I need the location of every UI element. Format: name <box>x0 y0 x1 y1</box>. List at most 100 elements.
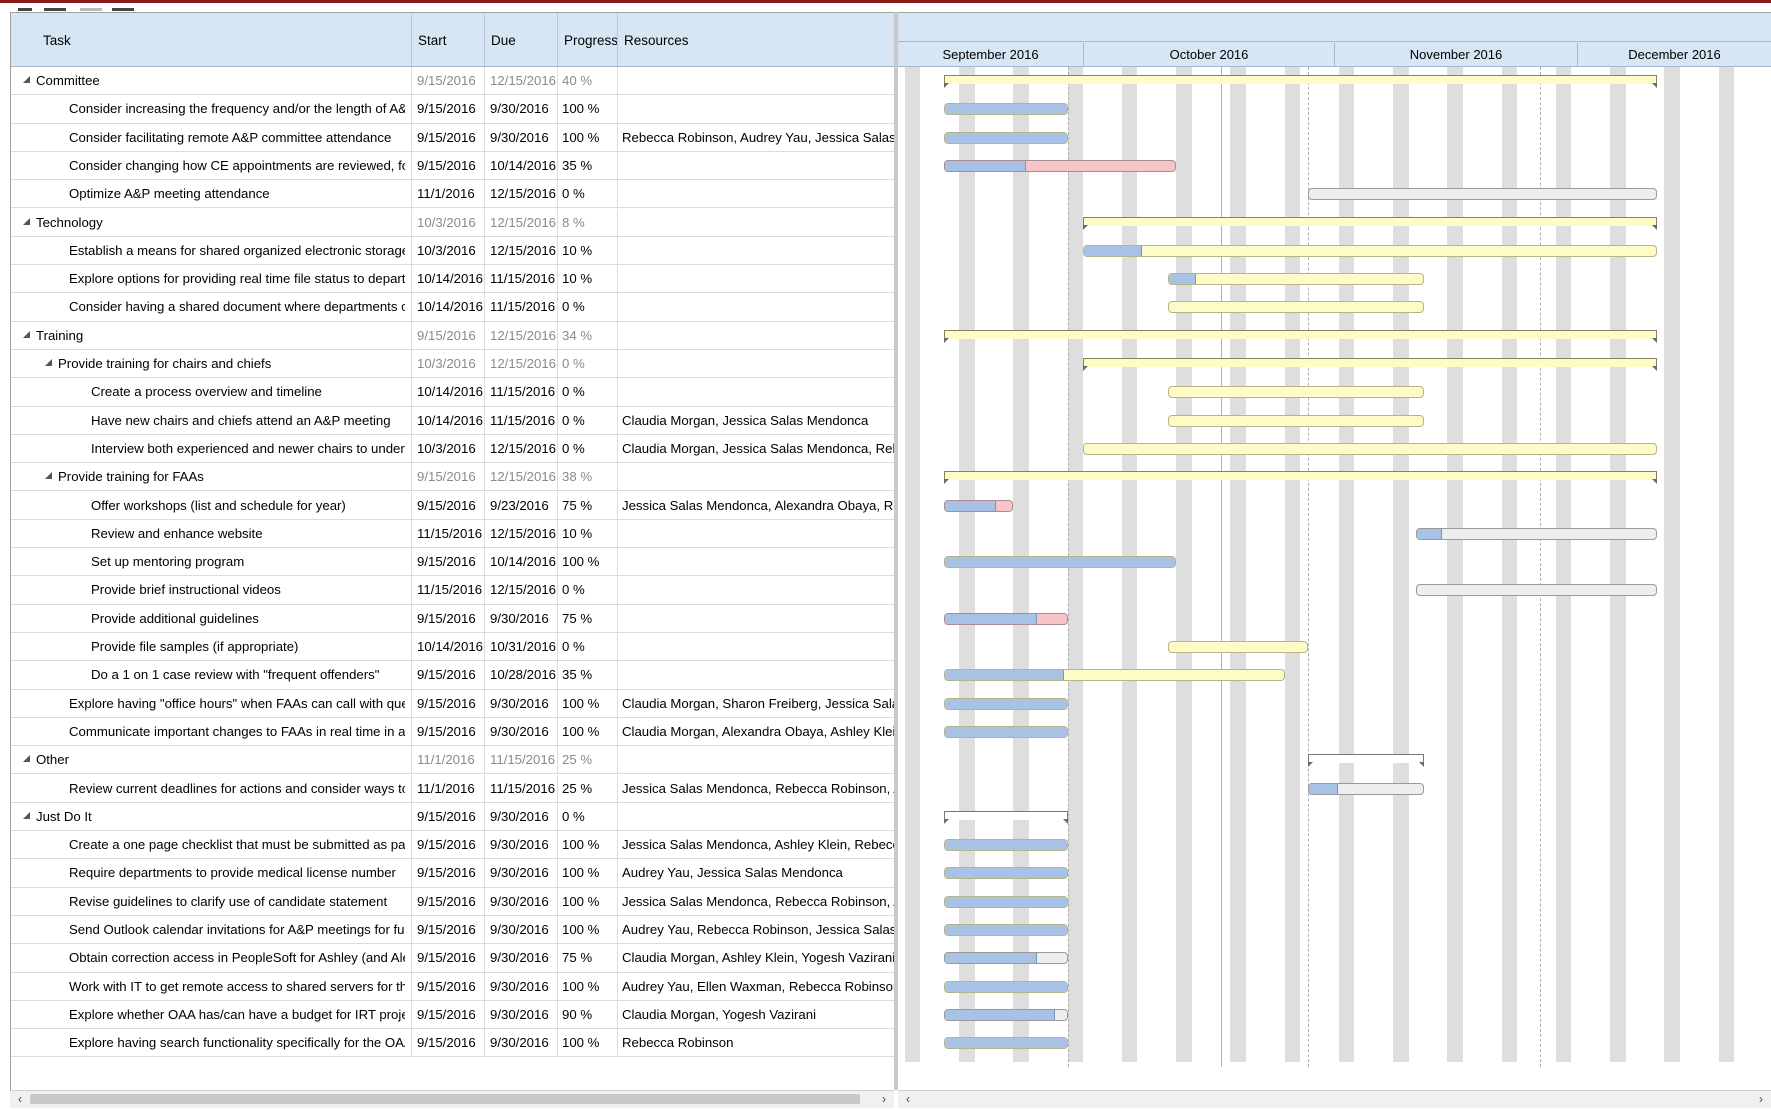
task-bar[interactable] <box>943 131 1068 144</box>
task-row[interactable]: Set up mentoring program 9/15/2016 10/14/2… <box>11 548 895 577</box>
task-cell[interactable]: Provide file samples (if appropriate) <box>11 633 411 661</box>
progress-cell[interactable]: 0 % <box>557 378 617 407</box>
due-cell[interactable]: 9/30/2016 <box>484 604 557 633</box>
task-cell[interactable]: Consider having a shared document where … <box>11 293 411 321</box>
task-bar[interactable] <box>1168 273 1424 286</box>
task-row[interactable]: Work with IT to get remote access to sha… <box>11 972 895 1001</box>
progress-cell[interactable]: 0 % <box>557 293 617 322</box>
start-cell[interactable]: 9/15/2016 <box>411 831 484 860</box>
due-cell[interactable]: 11/15/2016 <box>484 774 557 803</box>
task-cell[interactable]: Have new chairs and chiefs attend an A&P… <box>11 407 411 435</box>
due-cell[interactable]: 11/15/2016 <box>484 378 557 407</box>
summary-bar[interactable] <box>943 329 1657 343</box>
collapse-triangle-icon[interactable] <box>23 811 30 819</box>
collapse-triangle-icon[interactable] <box>23 217 30 225</box>
task-row[interactable]: Create a one page checklist that must be… <box>11 831 895 860</box>
task-cell[interactable]: Obtain correction access in PeopleSoft f… <box>11 944 411 972</box>
task-cell[interactable]: Provide additional guidelines <box>11 605 411 633</box>
due-cell[interactable]: 12/15/2016 <box>484 434 557 463</box>
due-cell[interactable]: 11/15/2016 <box>484 406 557 435</box>
due-cell[interactable]: 9/30/2016 <box>484 123 557 152</box>
task-cell[interactable]: Establish a means for shared organized e… <box>11 237 411 265</box>
task-cell[interactable]: Review and enhance website <box>11 520 411 548</box>
progress-cell[interactable]: 100 % <box>557 972 617 1001</box>
resources-cell[interactable] <box>617 802 895 831</box>
resources-cell[interactable] <box>617 548 895 577</box>
task-row[interactable]: Create a process overview and timeline 10… <box>11 378 895 407</box>
task-bar[interactable] <box>1083 442 1657 455</box>
summary-task-row[interactable]: Other 11/1/2016 11/15/2016 25 % <box>11 746 895 775</box>
start-cell[interactable]: 9/15/2016 <box>411 802 484 831</box>
resources-cell[interactable]: Claudia Morgan, Alexandra Obaya, Ashley … <box>617 717 895 746</box>
task-bar[interactable] <box>943 895 1068 908</box>
start-cell[interactable]: 9/15/2016 <box>411 67 484 95</box>
progress-cell[interactable]: 100 % <box>557 859 617 888</box>
task-row[interactable]: Consider changing how CE appointments ar… <box>11 151 895 181</box>
task-bar[interactable] <box>943 1037 1068 1050</box>
resources-cell[interactable] <box>617 604 895 633</box>
progress-cell[interactable]: 8 % <box>557 208 617 237</box>
resources-cell[interactable] <box>617 633 895 661</box>
start-cell[interactable]: 9/15/2016 <box>411 972 484 1001</box>
task-cell[interactable]: Create a process overview and timeline <box>11 378 411 406</box>
column-header-due[interactable]: Due <box>485 13 558 66</box>
task-cell[interactable]: Provide brief instructional videos <box>11 576 411 604</box>
start-cell[interactable]: 9/15/2016 <box>411 689 484 718</box>
resources-cell[interactable]: Claudia Morgan, Jessica Salas Mendonca, … <box>617 434 895 463</box>
resources-cell[interactable]: Audrey Yau, Ellen Waxman, Rebecca Robins… <box>617 972 895 1001</box>
progress-cell[interactable]: 100 % <box>557 548 617 577</box>
task-cell[interactable]: Technology <box>11 209 411 237</box>
resources-cell[interactable] <box>617 576 895 605</box>
summary-bar[interactable] <box>943 471 1657 485</box>
task-row[interactable]: Explore having "office hours" when FAAs … <box>11 689 895 718</box>
progress-cell[interactable]: 10 % <box>557 236 617 265</box>
task-bar[interactable] <box>1416 527 1657 540</box>
collapse-triangle-icon[interactable] <box>45 472 52 480</box>
start-cell[interactable]: 10/3/2016 <box>411 236 484 265</box>
progress-cell[interactable]: 25 % <box>557 746 617 775</box>
progress-cell[interactable]: 0 % <box>557 406 617 435</box>
due-cell[interactable]: 9/30/2016 <box>484 1000 557 1029</box>
column-header-progress[interactable]: Progress <box>558 13 618 66</box>
start-cell[interactable]: 10/14/2016 <box>411 378 484 407</box>
due-cell[interactable]: 11/15/2016 <box>484 265 557 294</box>
start-cell[interactable]: 9/15/2016 <box>411 887 484 916</box>
due-cell[interactable]: 9/30/2016 <box>484 802 557 831</box>
task-cell[interactable]: Explore having search functionality spec… <box>11 1029 411 1057</box>
progress-cell[interactable]: 100 % <box>557 831 617 860</box>
task-cell[interactable]: Provide training for chairs and chiefs <box>11 350 411 378</box>
summary-task-row[interactable]: Committee 9/15/2016 12/15/2016 40 % <box>11 67 895 96</box>
resources-cell[interactable]: Audrey Yau, Jessica Salas Mendonca <box>617 859 895 888</box>
due-cell[interactable]: 12/15/2016 <box>484 576 557 605</box>
resources-cell[interactable] <box>617 95 895 124</box>
progress-cell[interactable]: 0 % <box>557 350 617 378</box>
resources-cell[interactable]: Claudia Morgan, Ashley Klein, Yogesh Vaz… <box>617 944 895 973</box>
scroll-right-icon[interactable]: › <box>876 1091 892 1109</box>
column-header-start[interactable]: Start <box>412 13 485 66</box>
task-bar[interactable] <box>943 669 1285 682</box>
progress-cell[interactable]: 75 % <box>557 944 617 973</box>
summary-bar[interactable] <box>1083 358 1657 371</box>
progress-cell[interactable]: 100 % <box>557 717 617 746</box>
resources-cell[interactable] <box>617 661 895 690</box>
task-bar[interactable] <box>1307 782 1424 795</box>
resources-cell[interactable] <box>617 463 895 492</box>
due-cell[interactable]: 9/30/2016 <box>484 1029 557 1058</box>
task-row[interactable]: Revise guidelines to clarify use of cand… <box>11 887 895 916</box>
task-bar[interactable] <box>943 839 1068 852</box>
task-row[interactable]: Establish a means for shared organized e… <box>11 236 895 266</box>
resources-cell[interactable] <box>617 208 895 237</box>
scroll-thumb[interactable] <box>30 1094 860 1104</box>
due-cell[interactable]: 10/31/2016 <box>484 633 557 661</box>
task-bar[interactable] <box>1083 244 1657 257</box>
task-bar[interactable] <box>1307 188 1657 201</box>
task-bar[interactable] <box>943 980 1068 993</box>
task-row[interactable]: Review and enhance website 11/15/2016 12/1… <box>11 519 895 549</box>
start-cell[interactable]: 9/15/2016 <box>411 321 484 350</box>
start-cell[interactable]: 10/3/2016 <box>411 434 484 463</box>
task-row[interactable]: Interview both experienced and newer cha… <box>11 434 895 464</box>
progress-cell[interactable]: 100 % <box>557 916 617 944</box>
task-row[interactable]: Review current deadlines for actions and… <box>11 774 895 803</box>
start-cell[interactable]: 11/1/2016 <box>411 746 484 775</box>
task-row[interactable]: Obtain correction access in PeopleSoft f… <box>11 944 895 973</box>
